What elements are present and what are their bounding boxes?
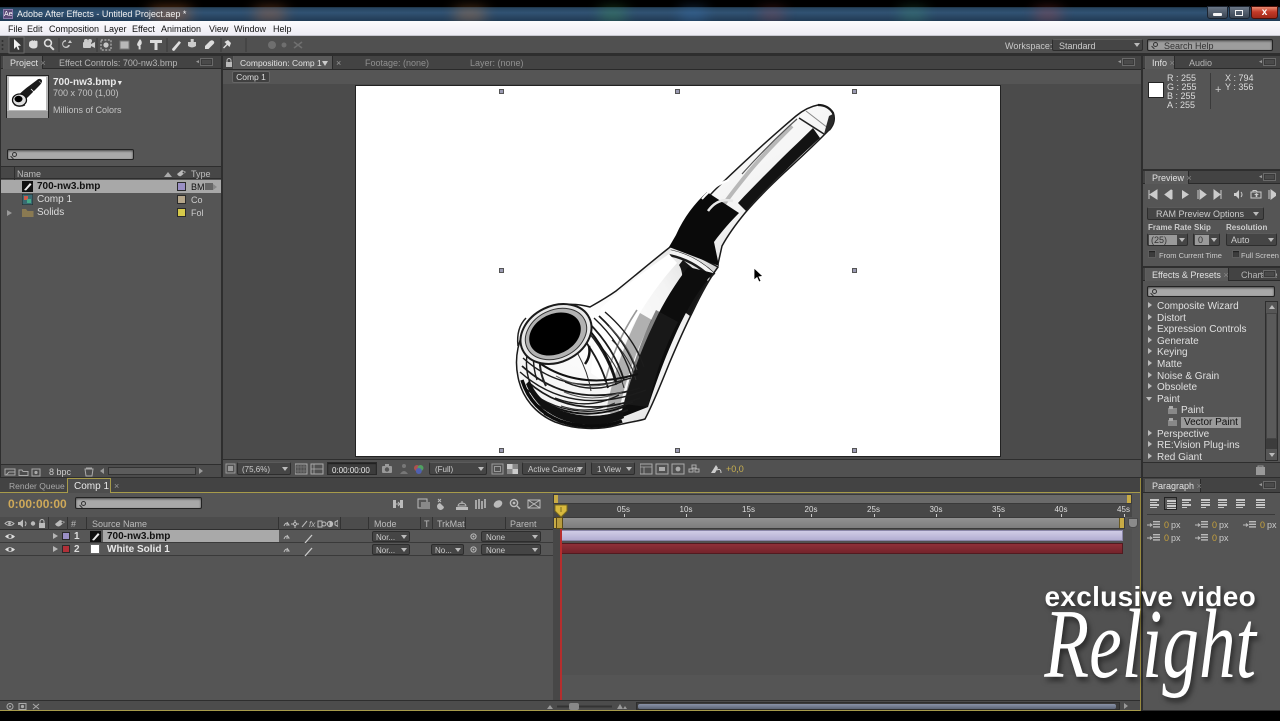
svg-text:fx: fx: [309, 520, 316, 529]
